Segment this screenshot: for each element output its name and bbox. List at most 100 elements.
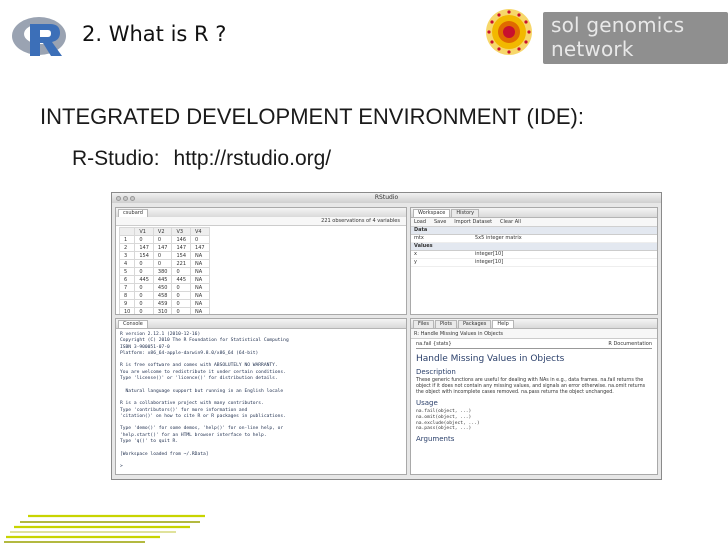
- workspace-row[interactable]: mtx 5x5 integer matrix: [411, 235, 657, 243]
- save-button[interactable]: Save: [434, 219, 446, 225]
- column-header[interactable]: V2: [152, 227, 173, 236]
- clear-all-button[interactable]: Clear All: [500, 219, 521, 225]
- var-value: integer[10]: [475, 251, 504, 257]
- workspace-tabbar: Workspace History: [411, 208, 657, 218]
- tab-history[interactable]: History: [451, 209, 480, 217]
- window-title: RStudio: [374, 194, 399, 201]
- help-package: na.fail {stats}: [416, 341, 452, 347]
- table-cell: NA: [190, 251, 210, 260]
- product-label: R-Studio:: [72, 147, 160, 170]
- brand-name: sol genomics network: [543, 12, 728, 64]
- table-cell: 0: [134, 235, 154, 244]
- rstudio-url-link[interactable]: http://rstudio.org/: [174, 147, 332, 170]
- table-row: 2 147 147 147 147: [118, 243, 210, 252]
- table-cell: 0: [134, 299, 154, 308]
- table-cell: NA: [190, 259, 210, 268]
- table-row: 6 445 445 445 NA: [118, 275, 210, 284]
- table-cell: 0: [171, 291, 192, 300]
- minimize-window-button[interactable]: [123, 196, 128, 201]
- console-pane[interactable]: Console R version 2.12.1 (2010-12-16) Cop…: [115, 318, 407, 475]
- column-header[interactable]: V3: [171, 227, 192, 236]
- tab-packages[interactable]: Packages: [458, 320, 492, 328]
- workspace-toolbar: Load Save Import Dataset Clear All: [411, 218, 657, 227]
- tab-help[interactable]: Help: [492, 320, 514, 328]
- console-tabbar: Console: [116, 319, 406, 329]
- workspace-row[interactable]: y integer[10]: [411, 259, 657, 267]
- table-cell: 154: [134, 251, 154, 260]
- table-cell: 147: [171, 243, 192, 252]
- close-window-button[interactable]: [116, 196, 121, 201]
- table-cell: 445: [171, 275, 192, 284]
- help-doc-label: R Documentation: [608, 341, 652, 347]
- table-cell: 0: [152, 235, 173, 244]
- tab-plots[interactable]: Plots: [434, 320, 458, 328]
- tab-console[interactable]: Console: [118, 320, 148, 328]
- column-header[interactable]: V4: [190, 227, 210, 236]
- table-cell: 2: [118, 243, 136, 252]
- table-cell: NA: [190, 267, 210, 276]
- table-cell: NA: [190, 291, 210, 300]
- table-row: 8 0 458 0 NA: [118, 291, 210, 300]
- table-cell: 0: [171, 267, 192, 276]
- var-value: 5x5 integer matrix: [475, 235, 522, 241]
- table-row: 10 0 310 0 NA: [118, 307, 210, 314]
- tab-files[interactable]: Files: [413, 320, 434, 328]
- table-cell: 0: [134, 291, 154, 300]
- table-cell: 146: [171, 235, 192, 244]
- table-cell: NA: [190, 299, 210, 308]
- table-cell: 0: [171, 307, 192, 314]
- table-cell: 221: [171, 259, 192, 268]
- table-header-row: V1 V2 V3 V4: [118, 227, 210, 236]
- table-row: 3 154 0 154 NA: [118, 251, 210, 260]
- window-controls: [116, 195, 137, 205]
- table-cell: 0: [171, 299, 192, 308]
- table-cell: 154: [171, 251, 192, 260]
- table-row: 1 0 0 146 0: [118, 235, 210, 244]
- tab-data-viewer[interactable]: csubard: [118, 209, 148, 217]
- table-cell: 0: [190, 235, 210, 244]
- data-table: V1 V2 V3 V4 1 0 0 146 0 2 147 147 147 147 3 154 0 154 NA 4 0…: [118, 227, 210, 314]
- table-cell: 450: [152, 283, 173, 292]
- help-title: Handle Missing Values in Objects: [416, 354, 565, 364]
- import-dataset-button[interactable]: Import Dataset: [454, 219, 492, 225]
- table-row: 7 0 450 0 NA: [118, 283, 210, 292]
- zoom-window-button[interactable]: [130, 196, 135, 201]
- slide-title: 2. What is R ?: [82, 22, 227, 46]
- table-row: 4 0 0 221 NA: [118, 259, 210, 268]
- table-cell: 9: [118, 299, 136, 308]
- table-cell: 445: [152, 275, 173, 284]
- usage-code: na.fail(object, ...) na.omit(object, ...…: [416, 409, 480, 432]
- table-cell: 147: [152, 243, 173, 252]
- data-viewer-pane: csubard 221 observations of 4 variables …: [115, 207, 407, 315]
- var-name: mtx: [414, 235, 424, 241]
- table-cell: NA: [190, 283, 210, 292]
- rstudio-line: R-Studio: http://rstudio.org/: [72, 147, 331, 171]
- description-heading: Description: [416, 368, 456, 376]
- arguments-heading: Arguments: [416, 435, 455, 444]
- tab-workspace[interactable]: Workspace: [413, 209, 451, 217]
- table-cell: 147: [190, 243, 210, 252]
- column-header[interactable]: V1: [134, 227, 154, 236]
- column-header[interactable]: [118, 227, 136, 236]
- usage-heading: Usage: [416, 399, 438, 407]
- rstudio-window: RStudio csubard 221 observations of 4 va…: [111, 192, 662, 480]
- table-row: 5 0 380 0 NA: [118, 267, 210, 276]
- table-cell: 0: [134, 267, 154, 276]
- table-cell: 147: [134, 243, 154, 252]
- table-cell: 0: [134, 259, 154, 268]
- decorative-lines: [4, 514, 205, 543]
- help-content: na.fail {stats} R Documentation Handle M…: [411, 339, 657, 447]
- help-topic[interactable]: R: Handle Missing Values in Objects: [414, 331, 503, 337]
- table-cell: 459: [152, 299, 173, 308]
- table-cell: 8: [118, 291, 136, 300]
- table-cell: 5: [118, 267, 136, 276]
- table-cell: 4: [118, 259, 136, 268]
- table-cell: 0: [134, 283, 154, 292]
- load-button[interactable]: Load: [414, 219, 426, 225]
- console-output[interactable]: R version 2.12.1 (2010-12-16) Copyright (…: [116, 329, 406, 474]
- table-cell: 0: [134, 307, 154, 314]
- workspace-pane: Workspace History Load Save Import Datas…: [410, 207, 658, 315]
- table-cell: 0: [152, 259, 173, 268]
- workspace-row[interactable]: x integer[10]: [411, 251, 657, 259]
- table-cell: 458: [152, 291, 173, 300]
